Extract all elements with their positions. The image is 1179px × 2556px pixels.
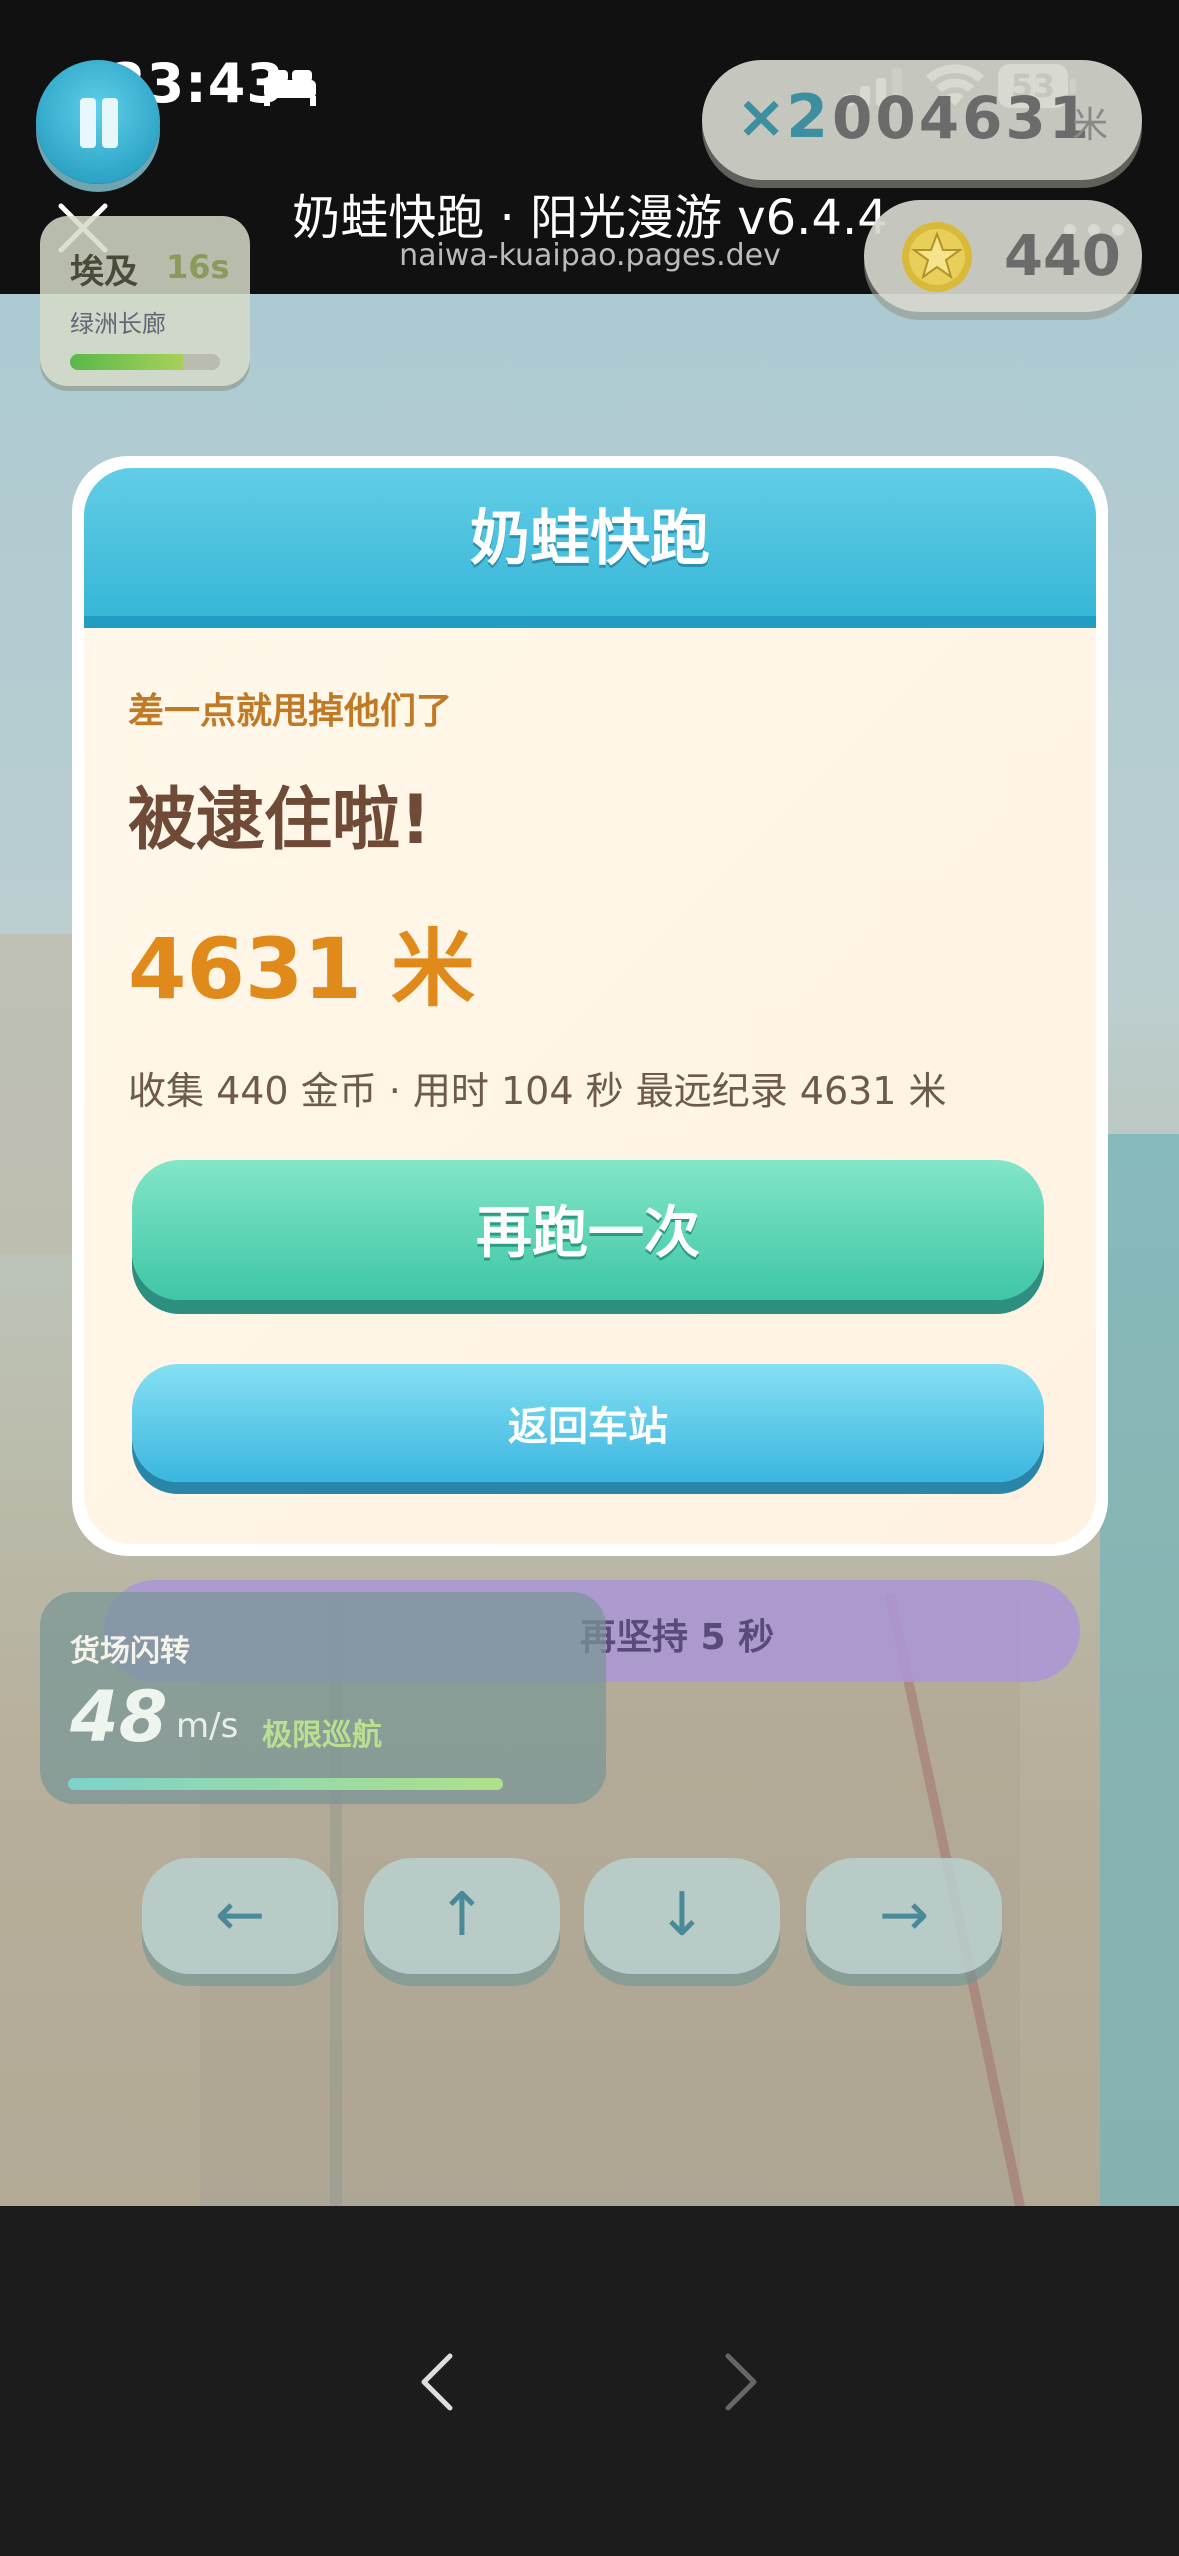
result-subtitle: 差一点就甩掉他们了 <box>128 691 453 732</box>
retry-button-label[interactable]: 再跑一次 <box>132 1188 1044 1269</box>
pause-button[interactable] <box>36 60 160 184</box>
slide-button[interactable]: ↓ <box>584 1858 780 1974</box>
back-icon[interactable] <box>416 2350 456 2414</box>
arrow-right-icon: → <box>878 1880 930 1950</box>
arrow-up-icon: ↑ <box>436 1880 488 1950</box>
modal-title: 奶蛙快跑 <box>470 504 710 574</box>
zone-progress-bar <box>70 354 220 370</box>
jump-button[interactable]: ↑ <box>364 1858 560 1974</box>
return-station-label[interactable]: 返回车站 <box>132 1394 1044 1452</box>
arrow-left-icon: ← <box>214 1880 266 1950</box>
zone-name: 埃及 <box>70 252 138 292</box>
forward-icon[interactable] <box>722 2350 762 2414</box>
speed-progress-bar <box>68 1778 504 1790</box>
modal-header-edge <box>84 616 1096 628</box>
hint-text: 再坚持 5 秒 <box>580 1617 775 1658</box>
move-left-button[interactable]: ← <box>142 1858 338 1974</box>
score-unit: 米 <box>1072 105 1109 146</box>
speed-mode: 极限巡航 <box>262 1718 382 1753</box>
coin-count: 440 <box>1004 224 1121 289</box>
zone-subtitle: 绿洲长廊 <box>70 310 166 338</box>
result-headline: 被逮住啦! <box>128 781 432 860</box>
speed-panel-title: 货场闪转 <box>70 1634 190 1669</box>
speed-value: 48 <box>70 1676 168 1758</box>
zone-time: 16s <box>166 248 230 286</box>
pause-icon <box>80 98 96 148</box>
result-stats: 收集 440 金币 · 用时 104 秒 最远纪录 4631 米 <box>128 1069 947 1113</box>
score-multiplier: ×2 <box>736 82 829 152</box>
coin-star-icon <box>902 222 972 292</box>
speed-unit: m/s <box>176 1706 239 1746</box>
sleep-mode-icon <box>264 70 316 106</box>
zone-progress-fill <box>70 354 183 370</box>
arrow-down-icon: ↓ <box>656 1880 708 1950</box>
move-right-button[interactable]: → <box>806 1858 1002 1974</box>
result-distance: 4631 米 <box>128 920 476 1018</box>
browser-bottom-nav <box>0 2206 1179 2556</box>
score-value: 004631 <box>832 84 1093 152</box>
